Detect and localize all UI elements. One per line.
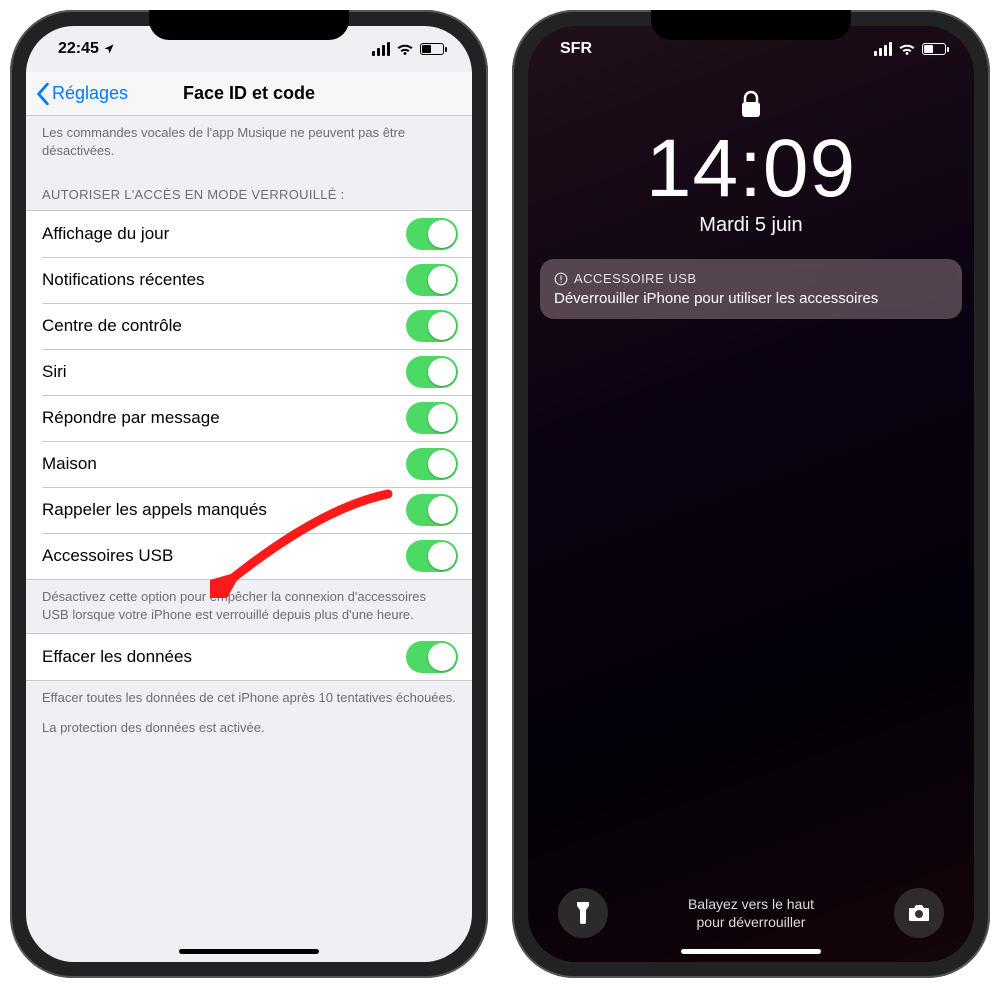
flashlight-icon [573,900,593,926]
switch-return-calls[interactable] [406,494,458,526]
row-label: Effacer les données [42,647,192,667]
row-control-center[interactable]: Centre de contrôle [26,303,472,349]
row-label: Siri [42,362,67,382]
row-label: Maison [42,454,97,474]
row-erase-data[interactable]: Effacer les données [26,634,472,680]
notch [149,10,349,40]
cellular-signal-icon [372,42,390,56]
lock-header: 14:09 Mardi 5 juin [528,90,974,237]
wifi-icon [898,42,916,56]
lock-bottom-row: Balayez vers le haut pour déverrouiller [528,888,974,938]
row-label: Notifications récentes [42,270,205,290]
usb-footnote: Désactivez cette option pour empêcher la… [26,580,472,633]
lock-screen: SFR 14:09 Mardi 5 juin ACCESSOIRE USB Dé… [528,26,974,962]
lock-access-list: Affichage du jour Notifications récentes… [26,210,472,580]
phone-settings: 22:45 Réglages Face ID et code Les comma… [10,10,488,978]
camera-button[interactable] [894,888,944,938]
home-indicator[interactable] [179,949,319,954]
row-label: Affichage du jour [42,224,169,244]
row-reply-message[interactable]: Répondre par message [26,395,472,441]
row-recent-notifications[interactable]: Notifications récentes [26,257,472,303]
lock-icon [739,90,763,120]
notification-header: ACCESSOIRE USB [574,271,697,286]
flashlight-button[interactable] [558,888,608,938]
switch-recent-notifications[interactable] [406,264,458,296]
row-home[interactable]: Maison [26,441,472,487]
switch-home[interactable] [406,448,458,480]
erase-footnote-1: Effacer toutes les données de cet iPhone… [26,681,472,717]
chevron-left-icon [36,83,50,105]
switch-today-view[interactable] [406,218,458,250]
wifi-icon [396,42,414,56]
camera-icon [907,903,931,923]
erase-footnote-2: La protection des données est activée. [26,717,472,747]
row-label: Centre de contrôle [42,316,182,336]
notch [651,10,851,40]
section-header: AUTORISER L'ACCÈS EN MODE VERROUILLÉ : [26,169,472,210]
row-today-view[interactable]: Affichage du jour [26,211,472,257]
home-indicator[interactable] [681,949,821,954]
switch-usb-accessories[interactable] [406,540,458,572]
switch-reply-message[interactable] [406,402,458,434]
back-button[interactable]: Réglages [36,83,128,105]
back-label: Réglages [52,83,128,104]
usb-notification[interactable]: ACCESSOIRE USB Déverrouiller iPhone pour… [540,259,962,319]
switch-siri[interactable] [406,356,458,388]
battery-icon [420,43,444,55]
row-return-calls[interactable]: Rappeler les appels manqués [26,487,472,533]
notification-body: Déverrouiller iPhone pour utiliser les a… [554,290,948,307]
row-label: Accessoires USB [42,546,173,566]
settings-screen: 22:45 Réglages Face ID et code Les comma… [26,26,472,962]
top-footnote: Les commandes vocales de l'app Musique n… [26,116,472,169]
switch-control-center[interactable] [406,310,458,342]
row-usb-accessories[interactable]: Accessoires USB [26,533,472,579]
phone-lockscreen: SFR 14:09 Mardi 5 juin ACCESSOIRE USB Dé… [512,10,990,978]
carrier: SFR [560,40,592,58]
cellular-signal-icon [874,42,892,56]
nav-header: Réglages Face ID et code [26,72,472,116]
row-label: Répondre par message [42,408,220,428]
status-time: 22:45 [58,40,99,58]
lock-time: 14:09 [528,128,974,210]
erase-list: Effacer les données [26,633,472,681]
battery-icon [922,43,946,55]
alert-icon [554,272,568,286]
lock-date: Mardi 5 juin [528,214,974,237]
row-siri[interactable]: Siri [26,349,472,395]
location-arrow-icon [103,43,115,55]
row-label: Rappeler les appels manqués [42,500,267,520]
switch-erase-data[interactable] [406,641,458,673]
swipe-up-hint: Balayez vers le haut pour déverrouiller [688,895,814,931]
